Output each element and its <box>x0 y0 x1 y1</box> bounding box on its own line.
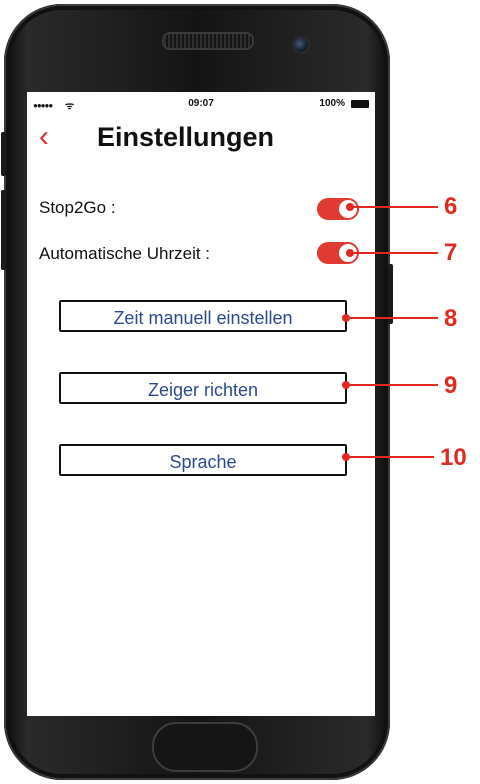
language-button[interactable]: Sprache <box>59 444 347 476</box>
volume-down-button <box>1 190 6 270</box>
auto-time-label: Automatische Uhrzeit : <box>39 244 211 263</box>
callout-6: 6 <box>444 193 458 220</box>
callout-8: 8 <box>444 305 458 332</box>
speaker-grille <box>162 32 254 50</box>
callout-line <box>346 317 438 319</box>
status-bar: ●●●●● ᯤ 09:07 100% <box>27 98 375 112</box>
home-button <box>152 722 258 772</box>
callout-line <box>346 384 438 386</box>
callout-9: 9 <box>444 372 458 399</box>
callout-line <box>350 252 438 254</box>
page-title: Einstellungen <box>97 122 275 152</box>
manual-time-button[interactable]: Zeit manuell einstellen <box>59 300 347 332</box>
phone-frame: ●●●●● ᯤ 09:07 100% ‹ Einstellungen Stop2… <box>1 4 393 780</box>
front-camera-icon <box>292 36 310 54</box>
battery-icon <box>351 100 369 108</box>
power-button <box>388 264 393 324</box>
callout-7: 7 <box>444 239 458 266</box>
stop2go-label: Stop2Go : <box>39 198 116 217</box>
battery-percent: 100% <box>319 98 345 109</box>
callout-line <box>350 206 438 208</box>
callout-line <box>346 456 434 458</box>
volume-up-button <box>1 132 6 176</box>
back-chevron-icon[interactable]: ‹ <box>39 122 49 152</box>
callout-10: 10 <box>440 444 467 471</box>
set-hands-button[interactable]: Zeiger richten <box>59 372 347 404</box>
app-screen: ●●●●● ᯤ 09:07 100% ‹ Einstellungen Stop2… <box>27 92 375 716</box>
